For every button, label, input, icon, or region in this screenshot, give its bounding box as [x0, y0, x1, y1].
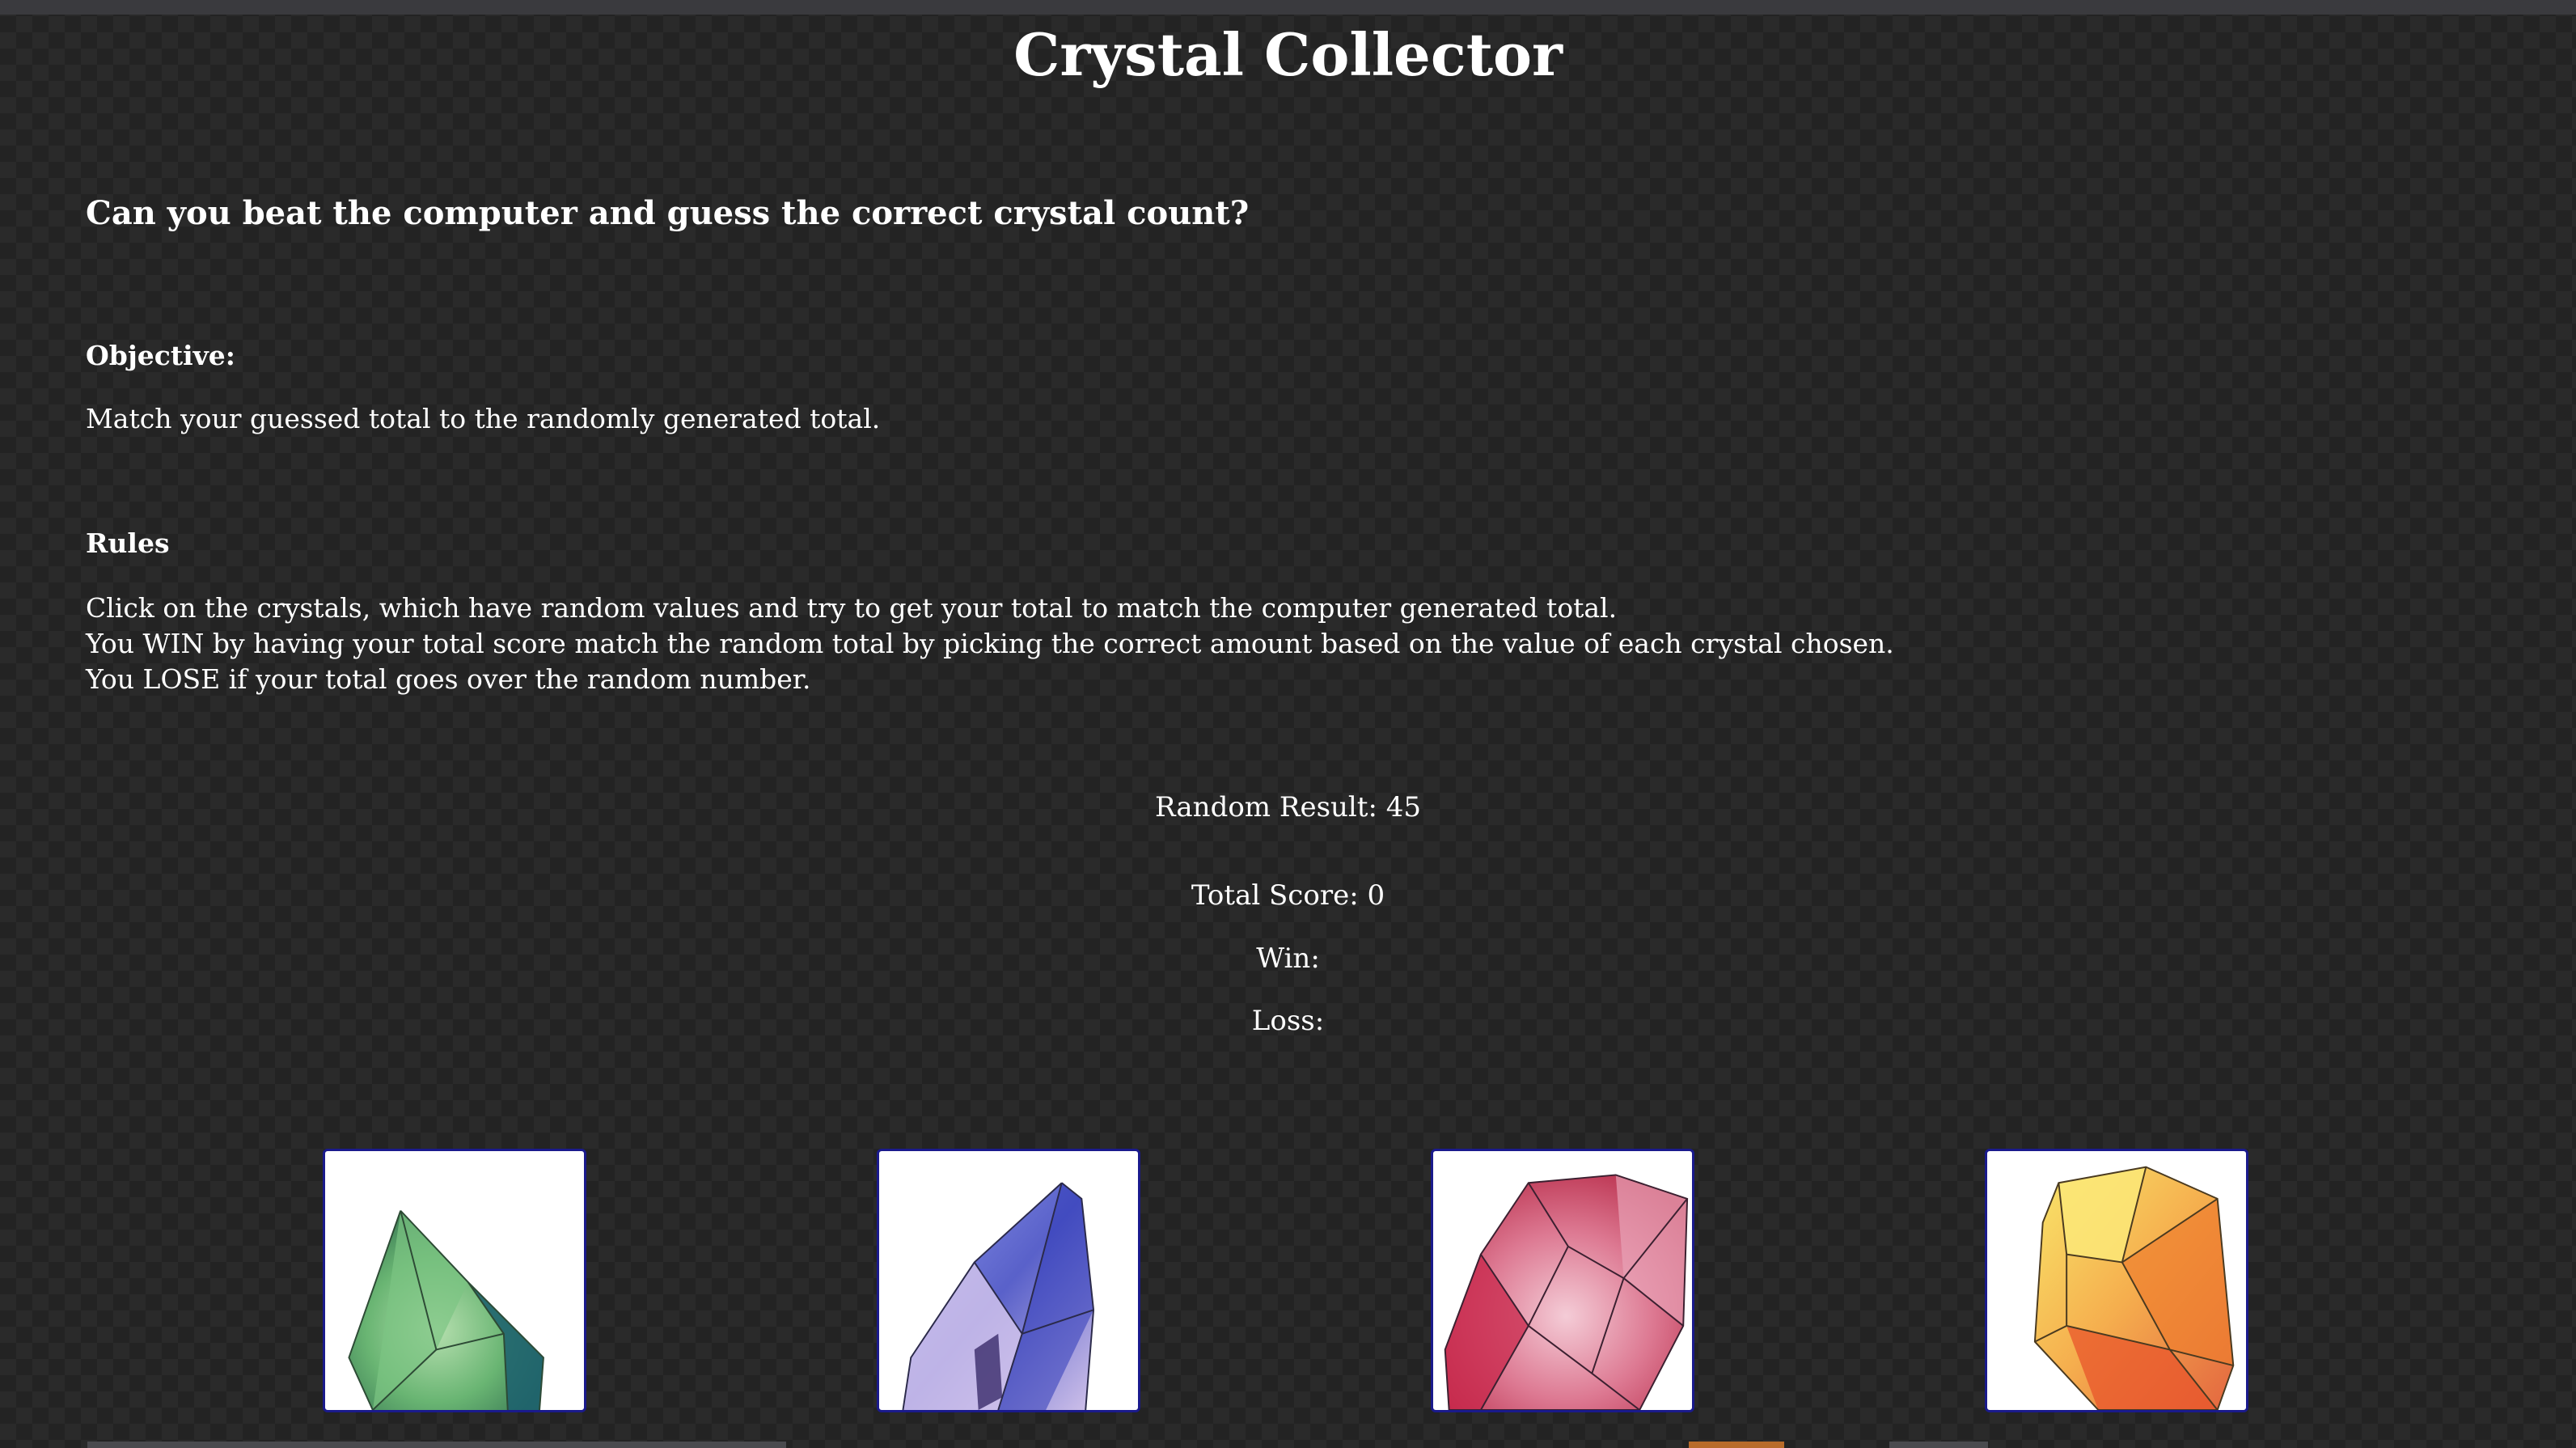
blue-crystal-icon	[902, 1182, 1095, 1410]
objective-text: Match your guessed total to the randomly…	[86, 403, 881, 434]
green-crystal-button[interactable]	[323, 1149, 586, 1412]
bottom-accent-strip	[1689, 1442, 1784, 1448]
objective-heading: Objective:	[86, 340, 235, 371]
page-title: Crystal Collector	[1013, 20, 1563, 89]
rules-line-1: Click on the crystals, which have random…	[86, 592, 1618, 624]
pink-crystal-icon	[1444, 1174, 1689, 1410]
rules-line-3: You LOSE if your total goes over the ran…	[86, 663, 811, 695]
blue-crystal-button[interactable]	[877, 1149, 1140, 1412]
bottom-gray-strip	[1889, 1442, 1988, 1448]
yellow-crystal-icon	[2033, 1166, 2235, 1410]
yellow-crystal-button[interactable]	[1985, 1149, 2248, 1412]
pink-crystal-button[interactable]	[1431, 1149, 1694, 1412]
loss-count: Loss:	[1251, 1005, 1325, 1037]
random-result: Random Result: 45	[1155, 791, 1421, 823]
bottom-scroll-strip	[87, 1442, 786, 1448]
page-subtitle: Can you beat the computer and guess the …	[86, 194, 1250, 232]
win-count: Win:	[1256, 942, 1320, 975]
browser-top-bar	[0, 0, 2576, 15]
total-score: Total Score: 0	[1191, 879, 1385, 912]
rules-line-2: You WIN by having your total score match…	[86, 628, 1894, 659]
green-crystal-icon	[348, 1209, 544, 1410]
rules-heading: Rules	[86, 527, 170, 559]
